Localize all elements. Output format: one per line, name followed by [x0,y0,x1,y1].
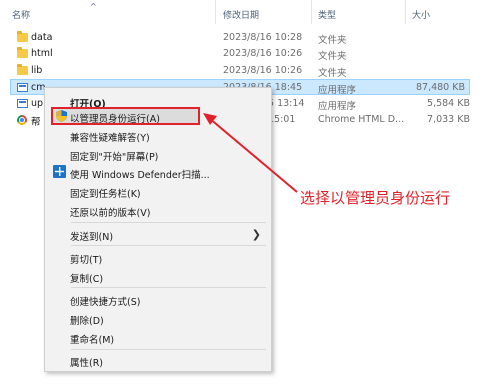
file-type: 文件夹 [318,51,347,62]
column-name[interactable]: 名称 [12,8,30,21]
menu-separator [71,349,266,350]
file-date: 2023/8/16 10:26 [223,65,303,76]
column-header: 名称 ^ 修改日期 类型 大小 [0,0,500,24]
file-name: 帮 [31,117,41,128]
menu-item-troubleshoot-compatibility[interactable]: 兼容性疑难解答(Y) [70,130,150,144]
column-type[interactable]: 类型 [318,8,336,21]
application-icon [17,83,28,92]
folder-icon [17,31,28,42]
file-date: 2023/8/16 10:28 [223,32,303,43]
menu-item-copy[interactable]: 复制(C) [70,271,103,285]
file-name: data [31,32,53,43]
file-type: Chrome HTML D... [318,114,405,125]
column-divider[interactable] [405,0,406,24]
file-date: 2023/8/16 10:26 [223,48,303,59]
application-icon [17,99,28,108]
menu-item-send-to[interactable]: 发送到(N) [70,229,113,243]
windows-defender-icon [53,165,66,178]
sort-ascending-icon: ^ [90,2,97,11]
file-type: 文件夹 [318,68,347,79]
menu-item-cut[interactable]: 剪切(T) [70,252,102,266]
column-size[interactable]: 大小 [412,8,430,21]
menu-item-delete[interactable]: 删除(D) [70,313,104,327]
file-size: 7,033 KB [427,114,470,125]
menu-item-run-as-admin[interactable]: 以管理员身份运行(A) [70,111,160,125]
file-size: 87,480 KB [415,82,465,93]
column-date-modified[interactable]: 修改日期 [223,8,259,21]
menu-item-rename[interactable]: 重命名(M) [70,332,114,346]
file-name: up [31,98,44,109]
folder-icon [17,64,28,75]
menu-separator [71,287,266,288]
chevron-right-icon: ❯ [251,228,261,241]
file-name: lib [31,65,43,76]
column-divider[interactable] [215,0,216,24]
chrome-icon [17,115,27,125]
uac-shield-icon [56,110,67,122]
column-divider[interactable] [311,0,312,24]
folder-icon [17,47,28,58]
menu-separator [71,245,266,246]
menu-item-restore-previous-versions[interactable]: 还原以前的版本(V) [70,205,150,219]
menu-item-pin-to-taskbar[interactable]: 固定到任务栏(K) [70,186,141,200]
annotation-callout-text: 选择以管理员身份运行 [300,189,451,207]
annotation-arrow [203,113,298,193]
file-size: 5,584 KB [427,98,470,109]
file-name: html [31,48,53,59]
menu-item-create-shortcut[interactable]: 创建快捷方式(S) [70,294,140,308]
menu-item-scan-defender[interactable]: 使用 Windows Defender扫描... [70,167,210,181]
file-row-html[interactable]: html 2023/8/16 10:26 文件夹 [0,46,500,62]
file-type: 应用程序 [318,85,357,96]
menu-item-properties[interactable]: 属性(R) [70,355,103,369]
file-type: 应用程序 [318,101,357,112]
menu-separator [71,222,266,223]
file-type: 文件夹 [318,35,347,46]
file-row-lib[interactable]: lib 2023/8/16 10:26 文件夹 [0,63,500,79]
file-row-data[interactable]: data 2023/8/16 10:28 文件夹 [0,30,500,46]
menu-item-pin-to-start[interactable]: 固定到"开始"屏幕(P) [70,149,158,163]
